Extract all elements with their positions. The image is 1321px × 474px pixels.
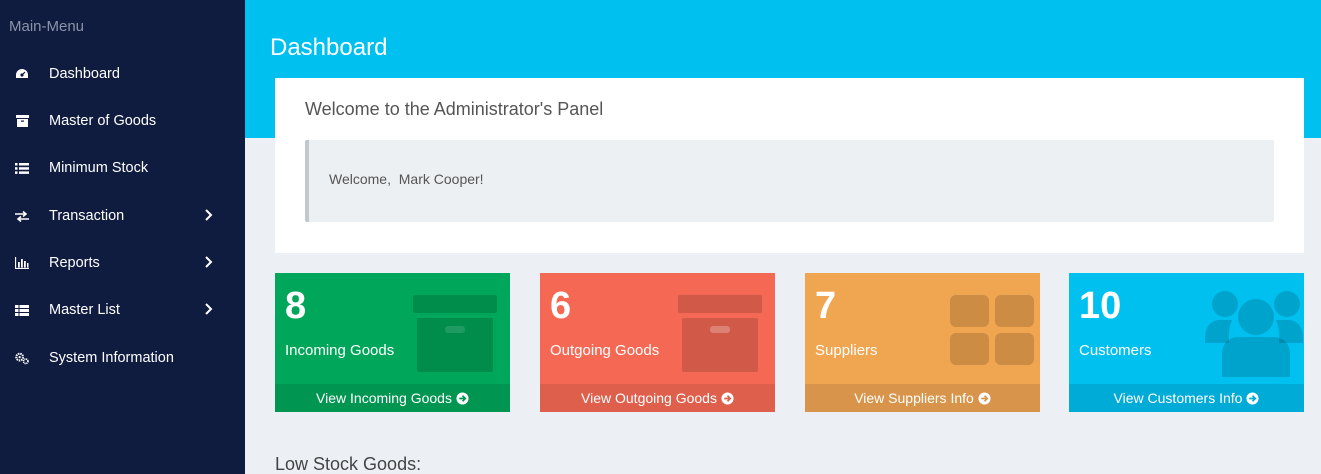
chevron-right-icon: [205, 303, 213, 315]
stat-label: Customers: [1079, 342, 1152, 359]
stat-label: Outgoing Goods: [550, 342, 660, 359]
stat-value: 10: [1079, 285, 1122, 327]
archive-icon: [678, 295, 762, 372]
sidebar: Main-Menu Dashboard Master of Goods Mini…: [0, 0, 245, 474]
stat-box-outgoing-goods: 6 Outgoing Goods View Outgoing Goods: [540, 273, 775, 412]
list-icon: [15, 161, 29, 175]
view-customers-info-link[interactable]: View Customers Info: [1069, 384, 1304, 412]
stat-label: Incoming Goods: [285, 342, 395, 359]
bar-chart-icon: [15, 256, 29, 270]
stat-label: Suppliers: [815, 342, 878, 359]
page-title: Dashboard: [270, 34, 388, 61]
welcome-callout: Welcome, Mark Cooper!: [305, 140, 1274, 222]
sidebar-item-label: Master List: [49, 302, 120, 318]
sidebar-item-dashboard[interactable]: Dashboard: [0, 52, 245, 96]
sidebar-item-master-list[interactable]: Master List: [0, 288, 245, 332]
stat-box-customers: 10 Customers View Customers Info: [1069, 273, 1304, 412]
welcome-panel: Welcome to the Administrator's Panel Wel…: [275, 78, 1304, 253]
sidebar-item-label: System Information: [49, 350, 174, 366]
gears-icon: [15, 351, 29, 365]
stat-value: 6: [550, 285, 572, 327]
view-outgoing-goods-link[interactable]: View Outgoing Goods: [540, 384, 775, 412]
footer-link-label: View Customers Info: [1113, 390, 1243, 406]
main-content: Dashboard Welcome to the Administrator's…: [245, 0, 1321, 474]
chevron-right-icon: [205, 209, 213, 221]
sidebar-item-label: Reports: [49, 255, 100, 271]
footer-link-label: View Suppliers Info: [854, 390, 974, 406]
footer-link-label: View Incoming Goods: [316, 390, 452, 406]
sidebar-item-label: Transaction: [49, 208, 125, 224]
exchange-icon: [15, 209, 29, 223]
th-large-icon: [950, 295, 1034, 365]
welcome-message: Welcome, Mark Cooper!: [329, 171, 484, 187]
sidebar-item-minimum-stock[interactable]: Minimum Stock: [0, 146, 245, 190]
stat-box-suppliers: 7 Suppliers View Suppliers Info: [805, 273, 1040, 412]
stat-box-incoming-goods: 8 Incoming Goods View Incoming Goods: [275, 273, 510, 412]
archive-icon: [15, 114, 29, 128]
sidebar-item-master-of-goods[interactable]: Master of Goods: [0, 99, 245, 143]
dashboard-icon: [15, 67, 29, 81]
sidebar-item-system-information[interactable]: System Information: [0, 336, 245, 380]
sidebar-item-label: Master of Goods: [49, 113, 157, 129]
users-icon: [1205, 291, 1303, 377]
view-suppliers-info-link[interactable]: View Suppliers Info: [805, 384, 1040, 412]
sidebar-item-transaction[interactable]: Transaction: [0, 194, 245, 238]
sidebar-item-reports[interactable]: Reports: [0, 241, 245, 285]
welcome-title: Welcome to the Administrator's Panel: [305, 99, 604, 119]
low-stock-title: Low Stock Goods:: [275, 454, 422, 474]
view-incoming-goods-link[interactable]: View Incoming Goods: [275, 384, 510, 412]
archive-icon: [413, 295, 497, 372]
chevron-right-icon: [205, 256, 213, 268]
sidebar-item-label: Minimum Stock: [49, 160, 149, 176]
th-list-icon: [15, 303, 29, 317]
stat-value: 8: [285, 285, 307, 327]
arrow-circle-right-icon: [1246, 391, 1259, 405]
stat-value: 7: [815, 285, 837, 327]
arrow-circle-right-icon: [456, 391, 469, 405]
footer-link-label: View Outgoing Goods: [581, 390, 717, 406]
sidebar-item-label: Dashboard: [49, 66, 120, 82]
sidebar-header: Main-Menu: [9, 18, 85, 35]
arrow-circle-right-icon: [721, 391, 734, 405]
arrow-circle-right-icon: [978, 391, 991, 405]
